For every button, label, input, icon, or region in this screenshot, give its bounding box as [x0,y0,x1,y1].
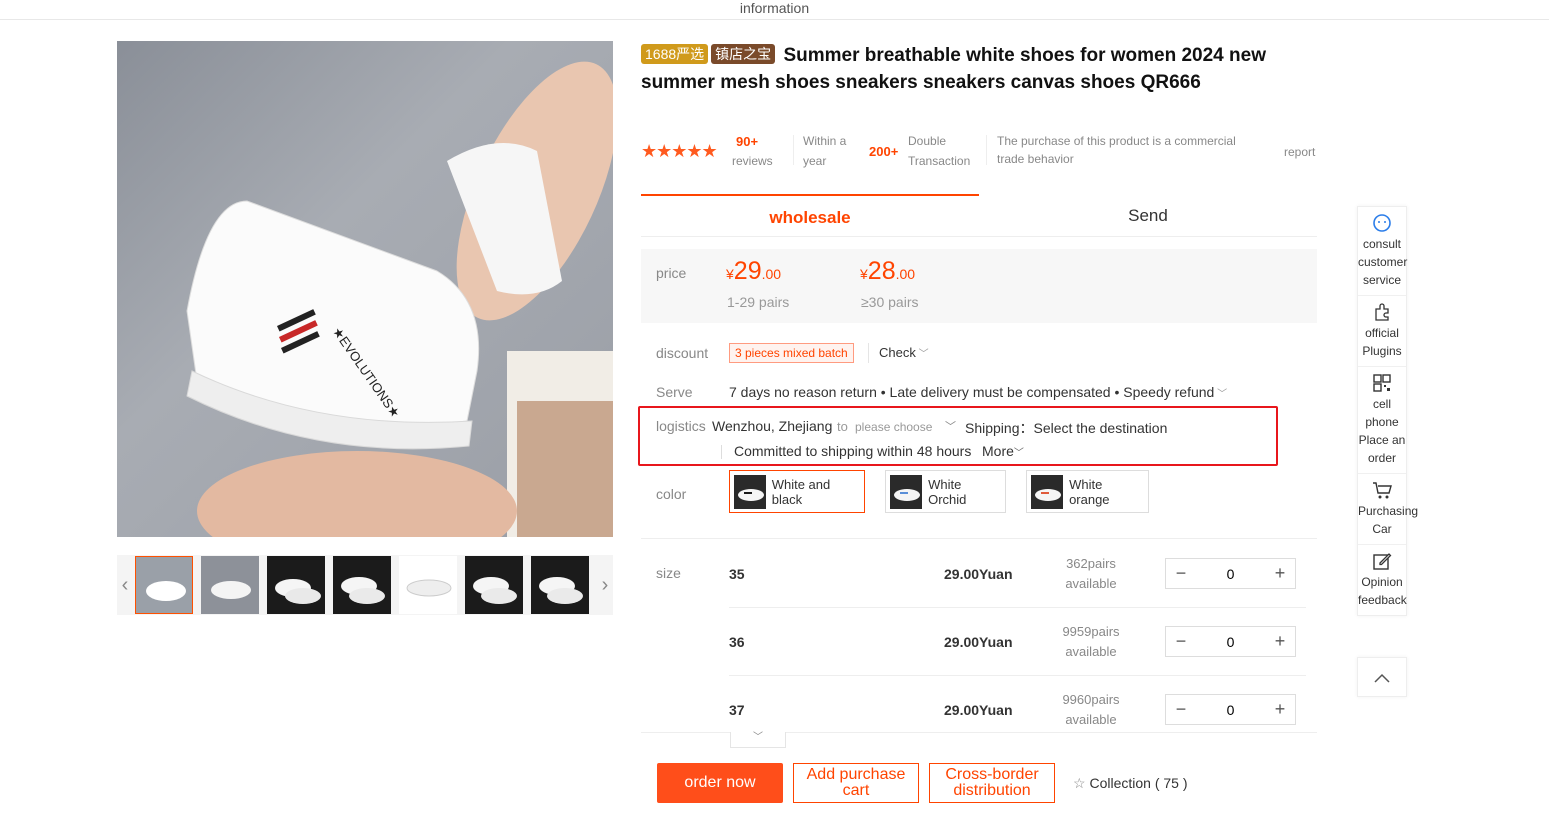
quantity-input[interactable] [1196,559,1265,588]
minus-icon[interactable]: − [1166,559,1196,588]
chevron-down-icon: ﹀ [915,349,929,360]
sidebar-item-customer-service[interactable]: consult customer service [1358,207,1407,296]
chevron-left-icon[interactable]: ‹ [117,555,133,615]
thumbnail-strip: ‹ › [117,555,613,615]
sidebar-item-cart[interactable]: Purchasing Car [1358,474,1418,545]
quantity-stepper: − + [1165,626,1296,657]
price-label: price [656,265,687,281]
reviews-label: reviews [732,154,773,168]
size-value: 36 [729,634,745,650]
chevron-down-icon: ﹀ [945,421,956,433]
color-thumbnail [734,474,766,509]
cart-icon [1373,482,1392,499]
sidebar-item-phone-order[interactable]: cell phone Place an order [1358,367,1406,474]
price-tier-1-range: 1-29 pairs [727,294,790,310]
sneaker-photo: ★EVOLUTIONS★ [186,61,613,537]
quantity-stepper: − + [1165,558,1296,589]
serve-label: Serve [656,384,693,400]
thumbnail-1[interactable] [135,556,193,614]
color-option-white-orange[interactable]: White orange [1026,470,1149,513]
period-label: Within a year [803,134,847,168]
plus-icon[interactable]: + [1265,627,1295,656]
thumbnail-4[interactable] [333,556,391,614]
quantity-stepper: − + [1165,694,1296,725]
color-thumbnail [1031,474,1064,509]
size-price: 29.00Yuan [944,634,1013,650]
rating-stars: ★★★★★ [641,141,718,161]
reviews-count[interactable]: 90+ [736,134,758,149]
color-thumbnail [890,474,923,509]
main-product-image[interactable]: ★EVOLUTIONS★ [117,41,613,537]
logistics-origin: Wenzhou, Zhejiang [712,418,833,434]
customer-service-icon [1373,214,1391,232]
purchase-tabs: wholesale Send [641,194,1317,237]
chevron-right-icon[interactable]: › [597,555,613,615]
shipping-commitment: Committed to shipping within 48 hours [734,443,972,459]
plus-icon[interactable]: + [1265,559,1295,588]
add-purchase-cart-button[interactable]: Add purchase cart [793,763,919,803]
collection-link[interactable]: ☆ Collection ( 75 ) [1073,775,1188,792]
order-now-button[interactable]: order now [657,763,783,803]
trade-note: The purchase of this product is a commer… [997,134,1236,166]
logistics-more-link[interactable]: More﹀ [982,443,1024,459]
sidebar-item-plugins[interactable]: official Plugins [1358,296,1406,367]
tab-wholesale[interactable]: wholesale [641,194,979,237]
plus-icon[interactable]: + [1265,695,1295,724]
tab-send[interactable]: Send [979,194,1317,237]
size-value: 35 [729,566,745,582]
logistics-label: logistics [656,418,706,434]
price-tier-1: ¥29.00 [726,257,782,285]
qr-code-icon [1373,374,1391,392]
logistics-to: to [837,419,848,434]
expand-sizes-chevron-icon[interactable]: ﹀ [730,732,786,748]
chevron-down-icon: ﹀ [1214,389,1228,400]
serve-text[interactable]: 7 days no reason return • Late delivery … [729,384,1227,400]
thumbnail-5[interactable] [399,556,457,614]
shipping-info: Shipping：Select the destination [965,420,1168,436]
size-stock: 362pairs available [1065,556,1117,591]
price-box: price ¥29.00 1-29 pairs ¥28.00 ≥30 pairs [641,249,1317,323]
puzzle-icon [1375,303,1389,321]
yanxuan-badge: 1688严选 [641,44,709,64]
color-label: color [656,486,687,502]
product-stats: ★★★★★ 90+ reviews Within a year 200+ Dou… [641,131,1317,171]
color-option-white-orchid[interactable]: White Orchid [885,470,1006,513]
quantity-input[interactable] [1196,695,1265,724]
discount-tag: 3 pieces mixed batch [729,343,854,363]
store-treasure-badge: 镇店之宝 [711,44,776,64]
discount-check-link[interactable]: Check ﹀ [879,345,929,360]
edit-icon [1373,553,1392,570]
report-link[interactable]: report [1284,142,1315,162]
size-price: 29.00Yuan [944,566,1013,582]
back-to-top-button[interactable] [1357,657,1407,697]
minus-icon[interactable]: − [1166,695,1196,724]
side-toolbar: consult customer service official Plugin… [1357,206,1418,616]
thumbnail-6[interactable] [465,556,523,614]
size-row: 36 29.00Yuan 9959pairsavailable − + [641,608,1317,676]
quantity-input[interactable] [1196,627,1265,656]
page-header: information [0,0,1549,20]
chevron-down-icon: ﹀ [1013,448,1024,459]
price-tier-2-range: ≥30 pairs [861,294,919,310]
price-tier-2: ¥28.00 [860,257,916,285]
star-outline-icon: ☆ [1073,775,1086,791]
thumbnail-3[interactable] [267,556,325,614]
transactions-label: Double Transaction [908,134,971,168]
cross-border-distribution-button[interactable]: Cross-border distribution [929,763,1055,803]
size-price: 29.00Yuan [944,702,1013,718]
destination-select[interactable]: please choose ﹀ [855,419,960,435]
color-option-white-black[interactable]: White and black [729,470,865,513]
header-title: information [739,0,810,16]
sidebar-item-feedback[interactable]: Opinion feedback [1358,545,1407,615]
minus-icon[interactable]: − [1166,627,1196,656]
chevron-up-icon [1374,673,1390,683]
discount-label: discount [656,345,709,361]
size-stock: 9960pairs available [1062,692,1120,727]
thumbnail-7[interactable] [531,556,589,614]
size-stock: 9959pairs available [1062,624,1120,659]
size-row: 35 29.00Yuan 362pairsavailable − + [641,540,1317,608]
product-title-block: 1688严选 镇店之宝 Summer breathable white shoes… [641,42,1321,96]
thumbnail-2[interactable] [201,556,259,614]
transactions-count: 200+ [869,144,899,159]
